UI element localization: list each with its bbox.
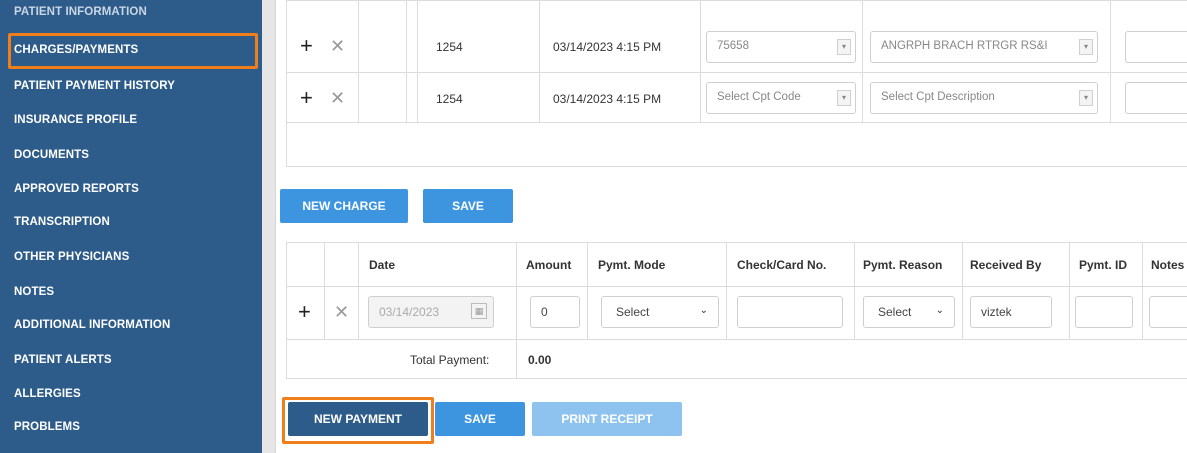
cpt-code-value: Select Cpt Code — [717, 91, 801, 103]
sidebar-item-allergies[interactable]: ALLERGIES — [14, 388, 81, 400]
notes-input[interactable] — [1149, 296, 1187, 328]
print-receipt-button[interactable]: PRINT RECEIPT — [532, 402, 682, 436]
plus-icon[interactable]: + — [300, 87, 313, 109]
sidebar: PATIENT INFORMATION CHARGES/PAYMENTS PAT… — [0, 0, 262, 453]
sidebar-divider — [262, 0, 276, 453]
charge-datetime: 03/14/2023 4:15 PM — [553, 40, 662, 54]
header-date: Date — [369, 258, 396, 272]
charge-datetime: 03/14/2023 4:15 PM — [553, 92, 662, 106]
pymt-reason-value: Select — [878, 305, 912, 319]
sidebar-item-transcription[interactable]: TRANSCRIPTION — [14, 216, 110, 228]
cpt-code-select[interactable]: 75658 ▾ — [706, 31, 856, 63]
cpt-description-select[interactable]: Select Cpt Description ▾ — [870, 82, 1098, 114]
total-payment-value: 0.00 — [528, 353, 552, 367]
payment-date-field[interactable]: 03/14/2023 ▦ — [368, 296, 494, 328]
sidebar-item-notes[interactable]: NOTES — [14, 286, 54, 298]
check-card-input[interactable] — [737, 296, 843, 328]
pymt-id-input[interactable] — [1075, 296, 1133, 328]
charge-id: 1254 — [436, 92, 463, 106]
chevron-down-icon: ▾ — [837, 90, 851, 106]
sidebar-item-patient-information[interactable]: PATIENT INFORMATION — [14, 6, 147, 18]
sidebar-item-documents[interactable]: DOCUMENTS — [14, 149, 89, 161]
chevron-down-icon: ⌄ — [935, 305, 944, 316]
header-received-by: Received By — [970, 258, 1042, 272]
close-icon[interactable]: ✕ — [334, 303, 349, 321]
header-check-card: Check/Card No. — [737, 258, 827, 272]
charge-id: 1254 — [436, 40, 463, 54]
sidebar-item-insurance-profile[interactable]: INSURANCE PROFILE — [14, 114, 137, 126]
amount-input[interactable]: 0 — [530, 296, 580, 328]
charge-extra-field[interactable] — [1125, 31, 1187, 63]
payment-date-value: 03/14/2023 — [379, 305, 440, 319]
cpt-code-select[interactable]: Select Cpt Code ▾ — [706, 82, 856, 114]
pymt-reason-select[interactable]: Select ⌄ — [863, 296, 955, 328]
header-pymt-reason: Pymt. Reason — [863, 258, 943, 272]
main-content: + ✕ 1254 03/14/2023 4:15 PM 75658 ▾ ANGR… — [276, 0, 1187, 453]
cpt-description-value: Select Cpt Description — [881, 91, 995, 103]
calendar-icon[interactable]: ▦ — [471, 303, 487, 319]
charge-extra-field[interactable] — [1125, 82, 1187, 114]
save-payment-button[interactable]: SAVE — [435, 402, 525, 436]
chevron-down-icon: ▾ — [837, 39, 851, 55]
sidebar-item-approved-reports[interactable]: APPROVED REPORTS — [14, 183, 139, 195]
received-by-input[interactable]: viztek — [970, 296, 1052, 328]
header-notes: Notes — [1151, 258, 1185, 272]
plus-icon[interactable]: + — [298, 301, 311, 323]
pymt-mode-select[interactable]: Select ⌄ — [601, 296, 719, 328]
close-icon[interactable]: ✕ — [330, 89, 345, 107]
plus-icon[interactable]: + — [300, 35, 313, 57]
chevron-down-icon: ▾ — [1079, 39, 1093, 55]
close-icon[interactable]: ✕ — [330, 37, 345, 55]
header-pymt-mode: Pymt. Mode — [598, 258, 666, 272]
total-payment-label: Total Payment: — [410, 353, 490, 367]
new-payment-button[interactable]: NEW PAYMENT — [288, 402, 428, 436]
sidebar-item-additional-information[interactable]: ADDITIONAL INFORMATION — [14, 319, 170, 331]
new-charge-button[interactable]: NEW CHARGE — [280, 189, 408, 223]
pymt-mode-value: Select — [616, 305, 650, 319]
sidebar-item-charges-payments[interactable]: CHARGES/PAYMENTS — [14, 44, 138, 56]
cpt-description-value: ANGRPH BRACH RTRGR RS&I — [881, 40, 1048, 52]
save-charge-button[interactable]: SAVE — [423, 189, 513, 223]
chevron-down-icon: ▾ — [1079, 90, 1093, 106]
sidebar-item-problems[interactable]: PROBLEMS — [14, 421, 80, 433]
cpt-code-value: 75658 — [717, 40, 749, 52]
received-by-value: viztek — [981, 305, 1012, 319]
sidebar-item-patient-payment-history[interactable]: PATIENT PAYMENT HISTORY — [14, 80, 175, 92]
cpt-description-select[interactable]: ANGRPH BRACH RTRGR RS&I ▾ — [870, 31, 1098, 63]
header-pymt-id: Pymt. ID — [1079, 258, 1128, 272]
sidebar-item-patient-alerts[interactable]: PATIENT ALERTS — [14, 354, 112, 366]
sidebar-item-other-physicians[interactable]: OTHER PHYSICIANS — [14, 251, 129, 263]
chevron-down-icon: ⌄ — [699, 305, 708, 316]
header-amount: Amount — [526, 258, 572, 272]
amount-value: 0 — [541, 305, 548, 319]
